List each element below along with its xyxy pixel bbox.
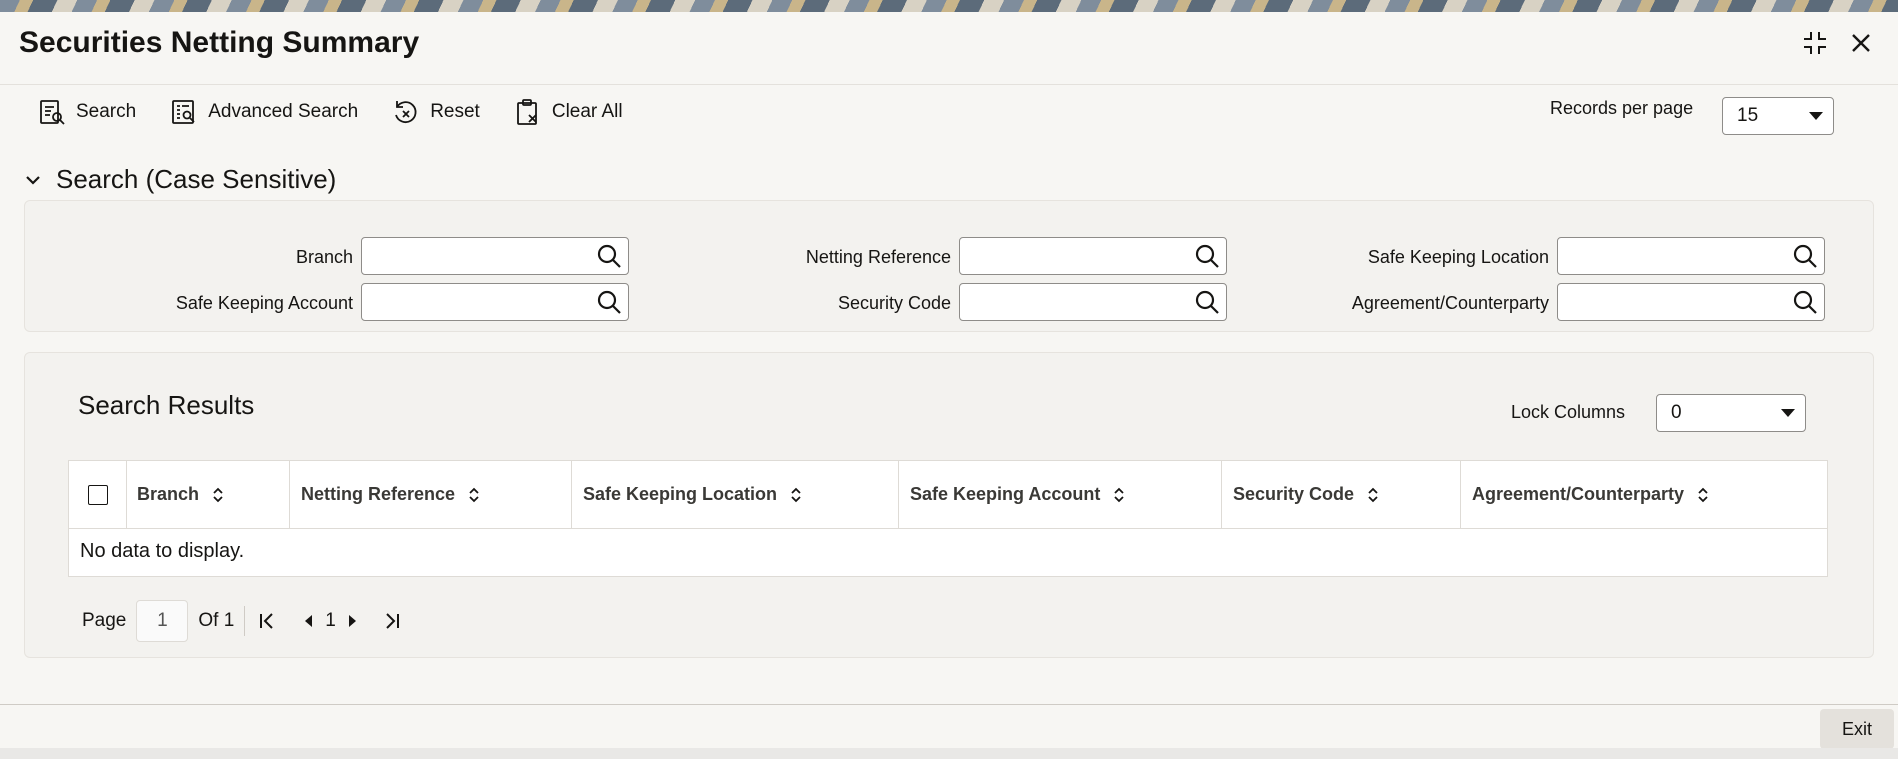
- previous-page-icon[interactable]: [297, 609, 321, 633]
- sort-icon[interactable]: [789, 485, 803, 505]
- security-code-input[interactable]: [959, 283, 1227, 321]
- summary-window: Securities Netting Summary Search Advanc…: [0, 12, 1898, 759]
- first-page-icon[interactable]: [255, 609, 279, 633]
- search-icon[interactable]: [596, 289, 622, 315]
- column-header-label: Netting Reference: [301, 484, 456, 504]
- safe-keeping-account-input[interactable]: [361, 283, 629, 321]
- search-button-label: Search: [76, 101, 137, 122]
- column-header-label: Security Code: [1233, 484, 1355, 504]
- chevron-down-icon: [1781, 409, 1795, 417]
- footer-divider: [0, 704, 1898, 705]
- clear-all-button-label: Clear All: [551, 101, 623, 122]
- lock-columns-value: 0: [1671, 402, 1682, 423]
- lock-columns-label: Lock Columns: [1511, 402, 1626, 422]
- advanced-search-icon: [172, 100, 195, 124]
- netting-reference-label: Netting Reference: [805, 247, 951, 267]
- agreement-counterparty-input[interactable]: [1557, 283, 1825, 321]
- sort-icon[interactable]: [1696, 485, 1710, 505]
- minimize-icon[interactable]: [1800, 28, 1830, 58]
- column-header-safe-keeping-location[interactable]: Safe Keeping Location: [572, 461, 899, 528]
- column-header-label: Agreement/Counterparty: [1472, 484, 1685, 504]
- select-all-checkbox[interactable]: [88, 485, 108, 505]
- chevron-down-icon: [1809, 112, 1823, 120]
- sort-icon[interactable]: [1112, 485, 1126, 505]
- reset-icon: [395, 101, 417, 124]
- clipboard-clear-icon: [516, 99, 537, 125]
- branch-label: Branch: [295, 247, 353, 267]
- search-icon[interactable]: [1194, 289, 1220, 315]
- page-number-input[interactable]: 1: [136, 600, 189, 642]
- search-icon[interactable]: [596, 243, 622, 269]
- clear-all-button[interactable]: Clear All: [514, 98, 623, 126]
- search-doc-icon: [40, 100, 65, 125]
- search-icon[interactable]: [1792, 289, 1818, 315]
- search-criteria-panel: Branch Safe Keeping Account Netting Refe…: [24, 200, 1874, 332]
- sort-icon[interactable]: [1366, 485, 1380, 505]
- branch-input[interactable]: [361, 237, 629, 275]
- search-icon[interactable]: [1194, 243, 1220, 269]
- sort-icon[interactable]: [211, 485, 225, 505]
- window-controls: [1800, 28, 1876, 58]
- column-header-security-code[interactable]: Security Code: [1222, 461, 1461, 528]
- top-banner-strip: [0, 0, 1898, 12]
- search-section-toggle[interactable]: Search (Case Sensitive): [24, 164, 336, 195]
- title-divider: [0, 84, 1898, 85]
- column-header-label: Safe Keeping Location: [583, 484, 778, 504]
- agreement-counterparty-label: Agreement/Counterparty: [1351, 293, 1549, 313]
- records-per-page-label: Records per page: [1550, 98, 1694, 118]
- advanced-search-button[interactable]: Advanced Search: [170, 98, 358, 126]
- empty-table-message: No data to display.: [80, 540, 245, 562]
- current-page-value: 1: [157, 610, 168, 631]
- close-icon[interactable]: [1846, 28, 1876, 58]
- sort-icon[interactable]: [467, 485, 481, 505]
- column-header-label: Branch: [137, 484, 200, 504]
- safe-keeping-location-input[interactable]: [1557, 237, 1825, 275]
- search-icon[interactable]: [1792, 243, 1818, 269]
- page-number-indicator: 1: [325, 610, 336, 631]
- select-all-cell: [69, 461, 127, 528]
- next-page-icon[interactable]: [340, 609, 364, 633]
- results-table: Branch Netting Reference Safe Keeping Lo…: [68, 460, 1828, 577]
- records-per-page-value: 15: [1737, 105, 1759, 126]
- page-title: Securities Netting Summary: [19, 26, 420, 59]
- search-button[interactable]: Search: [38, 98, 136, 126]
- lock-columns-select[interactable]: 0: [1656, 394, 1806, 432]
- column-header-netting-reference[interactable]: Netting Reference: [290, 461, 572, 528]
- security-code-label: Security Code: [837, 293, 951, 313]
- pager-divider: [244, 606, 246, 636]
- search-section-title: Search (Case Sensitive): [56, 164, 337, 194]
- exit-button[interactable]: Exit: [1820, 709, 1894, 749]
- last-page-icon[interactable]: [380, 609, 404, 633]
- safe-keeping-account-label: Safe Keeping Account: [175, 293, 353, 313]
- advanced-search-button-label: Advanced Search: [208, 101, 359, 122]
- column-header-safe-keeping-account[interactable]: Safe Keeping Account: [899, 461, 1222, 528]
- search-results-title: Search Results: [78, 390, 255, 420]
- column-header-label: Safe Keeping Account: [910, 484, 1101, 504]
- toolbar: Search Advanced Search Reset Clear All: [38, 98, 657, 126]
- page-count-label: Of 1: [198, 610, 235, 631]
- reset-button[interactable]: Reset: [392, 98, 480, 126]
- column-header-branch[interactable]: Branch: [126, 461, 290, 528]
- pagination: Page 1 Of 1 1: [82, 600, 404, 642]
- records-per-page-select[interactable]: 15: [1722, 97, 1834, 135]
- table-header: Branch Netting Reference Safe Keeping Lo…: [69, 461, 1827, 529]
- chevron-down-icon: [26, 175, 40, 185]
- netting-reference-input[interactable]: [959, 237, 1227, 275]
- page-label: Page: [82, 610, 127, 631]
- reset-button-label: Reset: [430, 101, 480, 122]
- safe-keeping-location-label: Safe Keeping Location: [1367, 247, 1549, 267]
- bottom-status-strip: [0, 748, 1898, 759]
- column-header-agreement-counterparty[interactable]: Agreement/Counterparty: [1461, 461, 1827, 528]
